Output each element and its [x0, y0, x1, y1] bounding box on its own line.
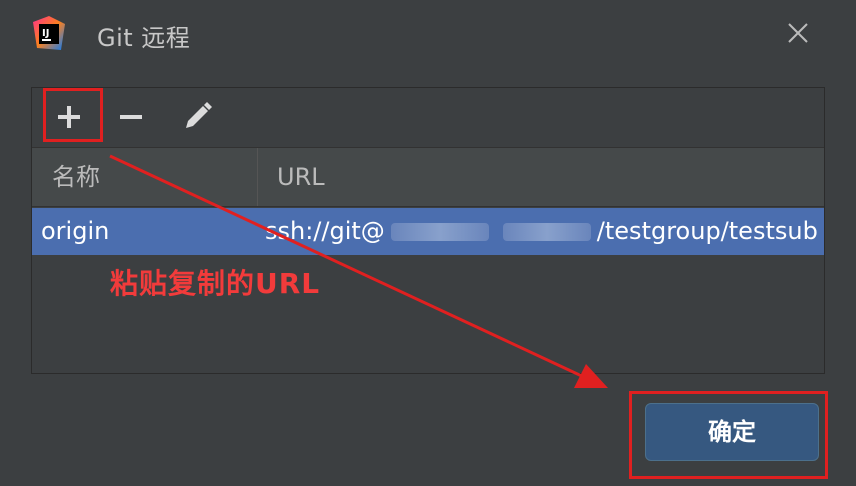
- remove-remote-button[interactable]: [108, 94, 154, 140]
- column-header-name[interactable]: 名称: [52, 148, 100, 206]
- window-title: Git 远程: [97, 24, 191, 52]
- redacted-host-part: [502, 223, 591, 241]
- redacted-host-part: [390, 223, 489, 241]
- column-header-url[interactable]: URL: [277, 148, 325, 206]
- annotation-text: 粘贴复制的URL: [110, 267, 321, 300]
- remote-name-cell: origin: [41, 217, 110, 245]
- remote-url-cell: ssh://git@ /testgroup/testsub: [265, 208, 826, 255]
- table-row[interactable]: origin ssh://git@ /testgroup/testsub: [32, 208, 824, 255]
- remotes-toolbar: [32, 88, 824, 147]
- edit-remote-button[interactable]: [174, 94, 220, 140]
- pencil-icon: [186, 102, 212, 128]
- highlight-box-add: [43, 88, 103, 142]
- remotes-panel: 名称 URL origin ssh://git@ /testgroup/tests…: [31, 87, 825, 374]
- table-header: 名称 URL: [32, 147, 824, 207]
- svg-text:IJ: IJ: [42, 28, 49, 39]
- title-bar: IJ Git 远程: [0, 0, 856, 70]
- intellij-app-icon: IJ: [33, 16, 65, 50]
- column-divider[interactable]: [257, 148, 258, 206]
- close-icon[interactable]: [785, 20, 811, 46]
- url-prefix: ssh://git@: [265, 217, 385, 245]
- ok-button[interactable]: 确定: [645, 403, 819, 461]
- url-suffix: /testgroup/testsub: [596, 217, 818, 245]
